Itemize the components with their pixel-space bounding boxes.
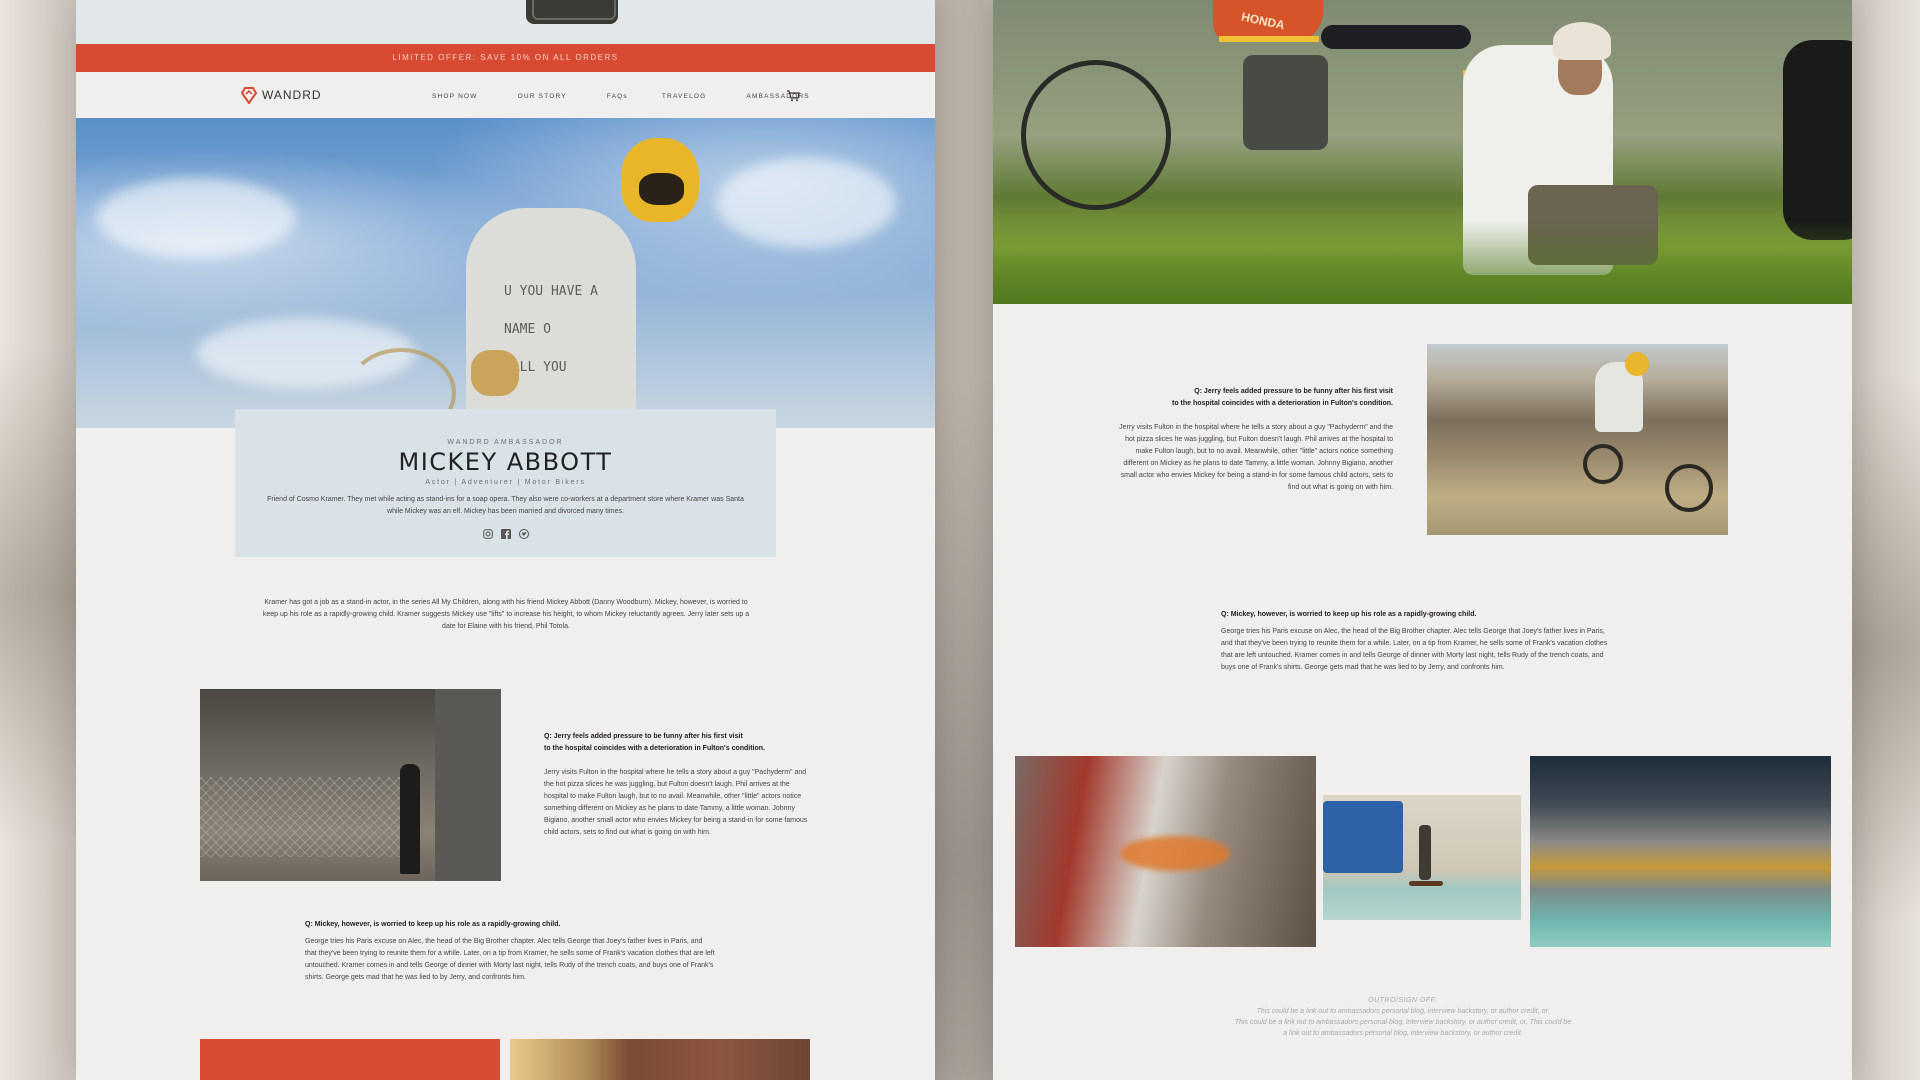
page-mockup-right: HONDA Q: Jerry feels added pressure to b…	[993, 0, 1852, 1080]
chainlink-fence	[200, 777, 400, 857]
shirt-text-line: NAME O	[504, 322, 551, 337]
profile-roles: Actor | Adventurer | Motor Bikers	[425, 479, 586, 486]
qa-question-line: to the hospital coincides with a deterio…	[544, 745, 766, 752]
qa-question: Q: Mickey, however, is worried to keep u…	[1221, 611, 1477, 618]
qa-answer: George tries his Paris excuse on Alec, t…	[305, 938, 715, 981]
skateboard-train-photo	[1323, 795, 1521, 920]
skater	[1419, 825, 1431, 880]
hero-image: U YOU HAVE A NAME O CALL YOU	[76, 118, 935, 428]
bottom-red-block	[200, 1039, 500, 1080]
skateboard	[1409, 881, 1443, 886]
bottom-photo	[510, 1039, 810, 1080]
outro-sign-off[interactable]: OUTRO/SIGN OFF: This could be a link out…	[1193, 995, 1613, 1039]
profile-name: MICKEY ABBOTT	[398, 448, 613, 476]
bag-image	[526, 0, 618, 24]
brand-name: WANDRD	[262, 88, 322, 102]
front-wheel	[1583, 444, 1623, 484]
cap	[1553, 22, 1611, 60]
qa-block-growing-child: Q: Mickey, however, is worried to keep u…	[1221, 609, 1611, 674]
tank-brand: HONDA	[1240, 9, 1286, 33]
qa-question: Q: Mickey, however, is worried to keep u…	[305, 921, 561, 928]
social-links	[235, 529, 776, 539]
facebook-icon[interactable]	[500, 529, 511, 539]
outro-line: a link out to ambassadors personal blog,…	[1283, 1030, 1523, 1037]
profile-bio: Friend of Cosmo Kramer. They met while a…	[267, 496, 744, 515]
rear-wheel	[1665, 464, 1713, 512]
shirt-text-line: U YOU HAVE A	[504, 284, 598, 299]
qa-answer: Jerry visits Fulton in the hospital wher…	[1119, 424, 1393, 491]
qa-answer: George tries his Paris excuse on Alec, t…	[1221, 628, 1608, 671]
nav-our-story[interactable]: OUR STORY	[518, 93, 567, 100]
cliff-rider-photo	[1427, 344, 1728, 535]
nav-travelog[interactable]: TRAVELOG	[662, 93, 707, 100]
qa-block-hospital: Q: Jerry feels added pressure to be funn…	[1113, 386, 1393, 494]
front-wheel	[1021, 60, 1171, 210]
outro-line: This could be a link out to ambassadors …	[1256, 1008, 1550, 1015]
motion-blur-photo-taillight	[1015, 756, 1316, 947]
intro-paragraph: Kramer has got a job as a stand-in actor…	[262, 599, 750, 630]
instagram-icon[interactable]	[482, 529, 493, 539]
qa-question-line: Q: Jerry feels added pressure to be funn…	[1194, 388, 1393, 395]
motion-blur-photo-train	[1530, 756, 1831, 947]
offroad-tire	[1783, 40, 1852, 240]
qa-question: Q: Jerry feels added pressure to be funn…	[544, 731, 814, 755]
wandrd-logo-icon	[241, 87, 257, 104]
top-product-strip	[76, 0, 935, 44]
engine	[1243, 55, 1328, 150]
blue-train	[1323, 801, 1403, 873]
qa-block-hospital: Q: Jerry feels added pressure to be funn…	[544, 731, 814, 839]
qa-question: Q: Jerry feels added pressure to be funn…	[1113, 386, 1393, 410]
outro-line: This could be a link out to ambassadors …	[1234, 1019, 1572, 1026]
navbar: WANDRD SHOP NOW OUR STORY FAQs TRAVELOG …	[76, 72, 935, 118]
motorcycle-photo: HONDA	[993, 0, 1852, 304]
offer-banner[interactable]: LIMITED OFFER: SAVE 10% ON ALL ORDERS	[76, 44, 935, 72]
grass-foreground	[993, 220, 1852, 304]
nav-faqs[interactable]: FAQs	[607, 93, 628, 100]
page-mockup-left: LIMITED OFFER: SAVE 10% ON ALL ORDERS WA…	[76, 0, 935, 1080]
glove	[471, 350, 519, 396]
brand-logo[interactable]: WANDRD	[241, 86, 322, 104]
qa-block-growing-child: Q: Mickey, however, is worried to keep u…	[305, 919, 715, 984]
taillight	[1120, 836, 1230, 871]
qa-question-line: to the hospital coincides with a deterio…	[1171, 400, 1393, 407]
wall-shadow	[435, 689, 501, 881]
walking-person	[400, 764, 420, 874]
ambassador-profile-card: WANDRD AMBASSADOR MICKEY ABBOTT Actor | …	[235, 409, 776, 557]
helmet-visor	[639, 173, 684, 205]
bike-seat	[1321, 25, 1471, 49]
nav-ambassadors[interactable]: AMBASSADORS	[746, 93, 809, 100]
twitter-icon[interactable]	[518, 529, 529, 539]
industrial-walk-photo	[200, 689, 501, 881]
outro-title: OUTRO/SIGN OFF:	[1368, 997, 1438, 1004]
profile-eyebrow: WANDRD AMBASSADOR	[447, 439, 564, 446]
qa-answer: Jerry visits Fulton in the hospital wher…	[544, 769, 808, 836]
cart-icon[interactable]	[786, 89, 800, 102]
nav-shop-now[interactable]: SHOP NOW	[432, 93, 478, 100]
yellow-helmet	[1625, 352, 1649, 376]
tank-stripe	[1219, 36, 1319, 42]
qa-question-line: Q: Jerry feels added pressure to be funn…	[544, 733, 743, 740]
